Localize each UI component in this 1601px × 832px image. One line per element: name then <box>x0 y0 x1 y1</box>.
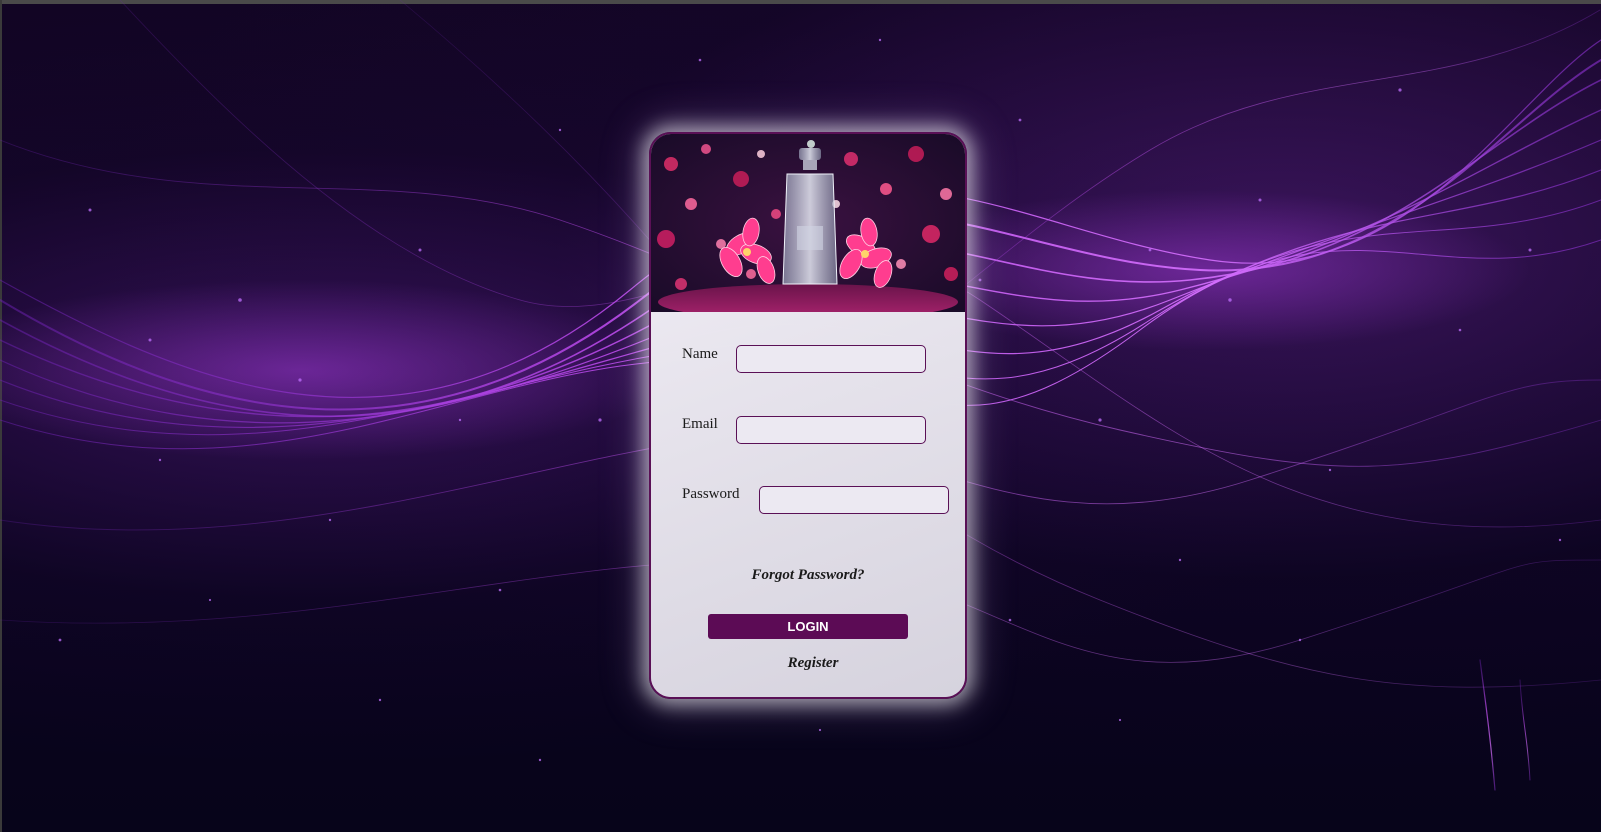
login-button[interactable]: LOGIN <box>708 614 908 639</box>
register-link[interactable]: Register <box>651 655 965 672</box>
name-field[interactable] <box>736 345 926 373</box>
login-form: Name Email Password Forgot Password? LOG… <box>651 312 965 697</box>
name-label: Name <box>682 346 718 362</box>
password-label: Password <box>682 486 740 502</box>
perfume-hero-image <box>651 134 965 312</box>
password-field[interactable] <box>759 486 949 514</box>
email-label: Email <box>682 416 718 432</box>
perfume-bottle-icon <box>651 134 965 312</box>
email-field[interactable] <box>736 416 926 444</box>
forgot-password-link[interactable]: Forgot Password? <box>651 567 965 584</box>
login-card: Name Email Password Forgot Password? LOG… <box>649 132 967 699</box>
login-page: Name Email Password Forgot Password? LOG… <box>0 0 1601 832</box>
